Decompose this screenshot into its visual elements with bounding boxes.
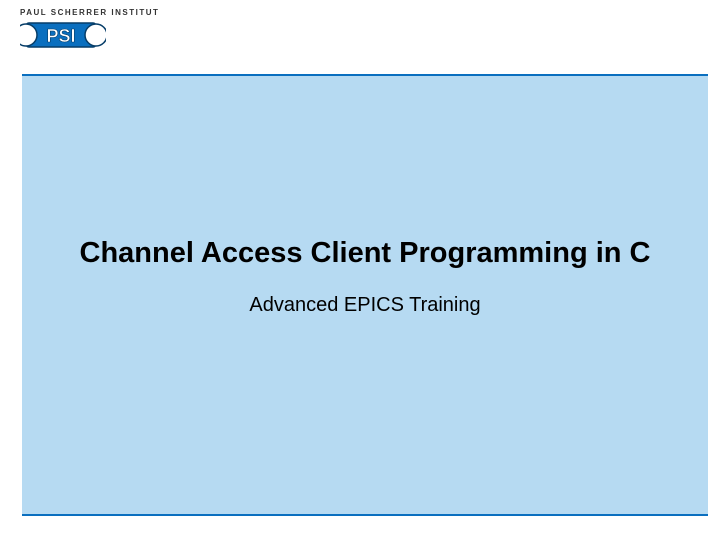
title-slide-panel: Channel Access Client Programming in C A… [22,74,708,516]
logo-tagline: PAUL SCHERRER INSTITUT [20,8,720,17]
header: PAUL SCHERRER INSTITUT PSI [0,0,720,74]
slide-title: Channel Access Client Programming in C [80,237,651,270]
svg-text:PSI: PSI [46,26,75,46]
slide-subtitle: Advanced EPICS Training [249,294,480,317]
psi-logo: PSI [20,19,106,55]
